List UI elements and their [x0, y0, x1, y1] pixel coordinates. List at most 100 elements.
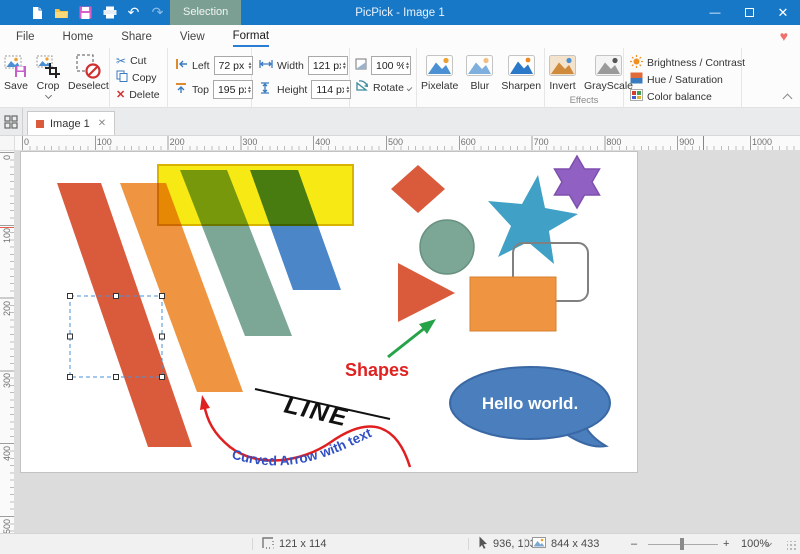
h-ruler-labels: 01002003004005006007008009001000	[15, 136, 800, 151]
zoom-input[interactable]	[372, 60, 404, 72]
crop-button[interactable]: Crop	[32, 50, 64, 98]
h-ruler-label: 500	[388, 137, 403, 147]
top-label: Top	[192, 84, 209, 96]
minimize-button[interactable]: ―	[698, 0, 732, 25]
menu-file[interactable]: File	[16, 27, 35, 46]
v-ruler-label: 100	[2, 228, 12, 243]
menu-share[interactable]: Share	[121, 27, 152, 46]
h-ruler-label: 1000	[752, 137, 772, 147]
effects-group-label: Effects	[545, 95, 623, 107]
canvas-viewport[interactable]: Shapes LINE Curved Arrow with text Hello…	[15, 151, 800, 533]
cursor-icon	[478, 536, 488, 552]
ribbon-group-clipboard: ✂ Cut Copy ✕ Delete	[110, 48, 168, 107]
diamond-shape	[391, 165, 445, 213]
height-spinbox: ▲▼	[311, 80, 351, 99]
height-icon	[259, 82, 273, 97]
h-ruler-label: 200	[170, 137, 185, 147]
brightness-contrast-button[interactable]: Brightness / Contrast	[630, 55, 735, 70]
h-ruler-label: 300	[242, 137, 257, 147]
zoom-in-button[interactable]: +	[723, 534, 729, 554]
zoom-spinner-arrows[interactable]: ▲▼	[405, 62, 410, 70]
save-button[interactable]: Save	[0, 50, 32, 98]
color-balance-button[interactable]: Color balance	[630, 89, 735, 104]
brightness-icon	[630, 55, 643, 71]
rotate-dropdown-icon[interactable]	[407, 85, 413, 91]
deselect-button[interactable]: Deselect	[64, 50, 113, 98]
copy-button[interactable]: Copy	[116, 70, 161, 85]
menu-format[interactable]: Format	[233, 26, 269, 47]
color-balance-icon	[630, 89, 643, 104]
speech-bubble-text: Hello world.	[482, 394, 578, 413]
v-ruler-label: 0	[2, 155, 12, 160]
v-ruler-label: 200	[2, 301, 12, 316]
canvas-drawing: Shapes LINE Curved Arrow with text Hello…	[21, 152, 637, 472]
title-bar: ↶ ↷ ▾ Selection PicPick - Image 1 ― ✕	[0, 0, 800, 25]
zoom-slider-handle[interactable]	[680, 538, 684, 550]
invert-icon	[549, 52, 576, 79]
height-label: Height	[277, 84, 307, 96]
maximize-button[interactable]	[732, 0, 766, 25]
left-input[interactable]	[215, 60, 247, 72]
h-ruler-cursor-marker	[703, 136, 704, 151]
image-size-status: 844 x 433	[532, 534, 599, 554]
six-point-star-shape	[555, 156, 600, 208]
image-canvas[interactable]: Shapes LINE Curved Arrow with text Hello…	[21, 152, 637, 472]
line-label: LINE	[282, 391, 352, 433]
width-spinbox: ▲▼	[308, 56, 348, 75]
top-position-icon	[175, 82, 188, 97]
width-input[interactable]	[309, 60, 341, 72]
heart-icon[interactable]: ♥	[780, 28, 788, 44]
document-tab-strip: Image 1 ✕	[0, 108, 800, 136]
sharpen-button[interactable]: Sharpen	[497, 50, 545, 95]
zoom-dropdown-icon[interactable]	[766, 533, 771, 553]
blur-icon	[466, 52, 493, 79]
yellow-rectangle	[158, 165, 353, 225]
save-icon[interactable]	[78, 5, 93, 21]
tab-close-icon[interactable]: ✕	[98, 118, 106, 129]
width-spinner-arrows[interactable]: ▲▼	[342, 62, 347, 70]
grayscale-icon	[595, 52, 622, 79]
left-position-icon	[175, 58, 188, 73]
zoom-spinbox: ▲▼	[371, 56, 411, 75]
quick-access-toolbar: ↶ ↷ ▾	[30, 5, 189, 21]
hue-saturation-icon	[630, 72, 643, 87]
red-arrow-head	[200, 395, 210, 410]
width-label: Width	[277, 60, 304, 72]
orange-rectangle	[470, 277, 556, 331]
delete-icon: ✕	[116, 88, 125, 101]
blur-button[interactable]: Blur	[462, 50, 497, 95]
print-icon[interactable]	[102, 5, 117, 21]
invert-button[interactable]: Invert	[545, 50, 580, 95]
open-folder-icon[interactable]	[54, 5, 69, 21]
resize-grip[interactable]	[787, 541, 797, 551]
rotate-icon	[355, 80, 369, 95]
v-ruler-label: 300	[2, 373, 12, 388]
menu-home[interactable]: Home	[63, 27, 94, 46]
v-ruler-label: 400	[2, 446, 12, 461]
tab-image-1[interactable]: Image 1 ✕	[27, 111, 115, 135]
window-layout-icon[interactable]	[0, 108, 23, 135]
ruler-corner	[0, 136, 15, 151]
capture-mode-badge: Selection	[170, 0, 241, 25]
selection-size-icon	[262, 537, 274, 552]
rotate-button[interactable]: Rotate	[355, 80, 411, 95]
delete-button[interactable]: ✕ Delete	[116, 87, 161, 102]
undo-icon[interactable]: ↶	[126, 5, 141, 21]
circle-shape	[420, 220, 474, 274]
h-ruler-label: 0	[24, 137, 29, 147]
pixelate-button[interactable]: Pixelate	[417, 50, 462, 95]
height-input[interactable]	[312, 84, 344, 96]
redo-icon[interactable]: ↷	[150, 5, 165, 21]
new-file-icon[interactable]	[30, 5, 45, 21]
h-ruler-label: 900	[679, 137, 694, 147]
top-spinbox: ▲▼	[213, 80, 253, 99]
zoom-out-button[interactable]: –	[631, 534, 637, 554]
ribbon-collapse-icon[interactable]	[783, 94, 793, 104]
cut-button[interactable]: ✂ Cut	[116, 53, 161, 68]
h-ruler-label: 100	[97, 137, 112, 147]
hue-saturation-button[interactable]: Hue / Saturation	[630, 72, 735, 87]
top-input[interactable]	[214, 84, 246, 96]
close-button[interactable]: ✕	[766, 0, 800, 25]
copy-icon	[116, 70, 128, 85]
menu-view[interactable]: View	[180, 27, 205, 46]
